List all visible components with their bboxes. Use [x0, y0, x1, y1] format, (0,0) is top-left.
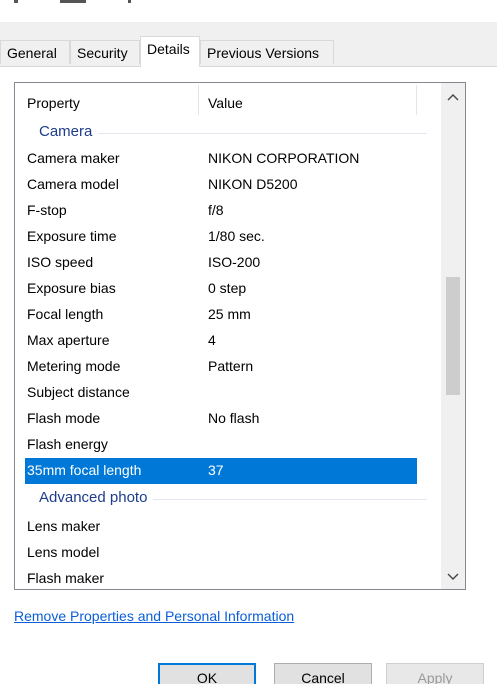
- property-row[interactable]: Camera model NIKON D5200: [27, 172, 417, 198]
- tab-strip: General Security Details Previous Versio…: [0, 36, 497, 67]
- property-value: ISO-200: [208, 254, 261, 270]
- property-row[interactable]: Camera maker NIKON CORPORATION: [27, 146, 417, 172]
- property-value: 1/80 sec.: [208, 228, 265, 244]
- property-name: 35mm focal length: [27, 462, 142, 478]
- property-name: Flash mode: [27, 410, 101, 426]
- property-name: Focal length: [27, 306, 104, 322]
- title-fragment-mark: [128, 0, 131, 3]
- property-row[interactable]: Max aperture 4: [27, 328, 417, 354]
- list-header: Property Value: [15, 83, 441, 117]
- property-row[interactable]: Metering mode Pattern: [27, 354, 417, 380]
- ok-button[interactable]: OK: [158, 663, 256, 684]
- property-name: Max aperture: [27, 332, 110, 348]
- column-divider[interactable]: [198, 85, 199, 115]
- tab-previous-versions[interactable]: Previous Versions: [200, 40, 334, 64]
- column-header-value[interactable]: Value: [208, 95, 243, 111]
- property-name: Camera maker: [27, 150, 120, 166]
- tab-details[interactable]: Details: [140, 36, 200, 67]
- vertical-scrollbar[interactable]: [441, 83, 465, 589]
- title-fragment-mark: [60, 0, 86, 3]
- apply-button[interactable]: Apply: [386, 663, 484, 684]
- properties-list[interactable]: Property Value Camera Camera maker NIKON …: [14, 82, 466, 590]
- property-value: No flash: [208, 410, 260, 426]
- column-divider[interactable]: [416, 85, 417, 115]
- tab-security[interactable]: Security: [70, 40, 140, 64]
- property-value: f/8: [208, 202, 224, 218]
- property-name: ISO speed: [27, 254, 94, 270]
- property-value: NIKON CORPORATION: [208, 150, 360, 166]
- title-bar-fragment: [0, 0, 497, 22]
- tab-label: Previous Versions: [207, 45, 320, 61]
- property-row[interactable]: Exposure bias 0 step: [27, 276, 417, 302]
- property-name: Flash energy: [27, 436, 108, 452]
- property-value: NIKON D5200: [208, 176, 298, 192]
- chevron-down-icon[interactable]: [441, 565, 465, 587]
- remove-properties-link[interactable]: Remove Properties and Personal Informati…: [14, 608, 294, 624]
- property-value: 0 step: [208, 280, 247, 296]
- cancel-button[interactable]: Cancel: [274, 663, 372, 684]
- chevron-up-icon[interactable]: [441, 85, 465, 107]
- property-value: 37: [208, 462, 224, 478]
- property-row[interactable]: Focal length 25 mm: [27, 302, 417, 328]
- group-header-advanced-photo[interactable]: Advanced photo: [27, 486, 427, 510]
- property-name: F-stop: [27, 202, 67, 218]
- column-header-property[interactable]: Property: [27, 95, 80, 111]
- property-value: 4: [208, 332, 216, 348]
- property-name: Metering mode: [27, 358, 121, 374]
- property-row[interactable]: Lens maker: [27, 514, 417, 540]
- property-row[interactable]: Flash maker: [27, 566, 417, 589]
- tab-label: Security: [77, 45, 128, 61]
- property-row[interactable]: ISO speed ISO-200: [27, 250, 417, 276]
- property-row[interactable]: Lens model: [27, 540, 417, 566]
- property-name: Lens model: [27, 544, 100, 560]
- tab-label: Details: [147, 41, 190, 57]
- property-value: 25 mm: [208, 306, 251, 322]
- property-row[interactable]: F-stop f/8: [27, 198, 417, 224]
- scrollbar-thumb[interactable]: [446, 277, 460, 395]
- property-name: Flash maker: [27, 570, 105, 586]
- group-label: Camera: [39, 123, 99, 140]
- property-row[interactable]: Flash energy: [27, 432, 417, 458]
- property-row[interactable]: Exposure time 1/80 sec.: [27, 224, 417, 250]
- title-fragment-mark: [14, 0, 18, 3]
- property-row-selected[interactable]: 35mm focal length 37: [25, 458, 417, 484]
- property-value: Pattern: [208, 358, 254, 374]
- group-header-camera[interactable]: Camera: [27, 120, 427, 144]
- property-name: Camera model: [27, 176, 119, 192]
- group-label: Advanced photo: [39, 489, 154, 506]
- property-name: Lens maker: [27, 518, 101, 534]
- property-name: Exposure bias: [27, 280, 116, 296]
- property-name: Exposure time: [27, 228, 117, 244]
- property-row[interactable]: Flash mode No flash: [27, 406, 417, 432]
- tab-general[interactable]: General: [0, 40, 70, 64]
- tab-label: General: [7, 45, 57, 61]
- property-name: Subject distance: [27, 384, 130, 400]
- property-row[interactable]: Subject distance: [27, 380, 417, 406]
